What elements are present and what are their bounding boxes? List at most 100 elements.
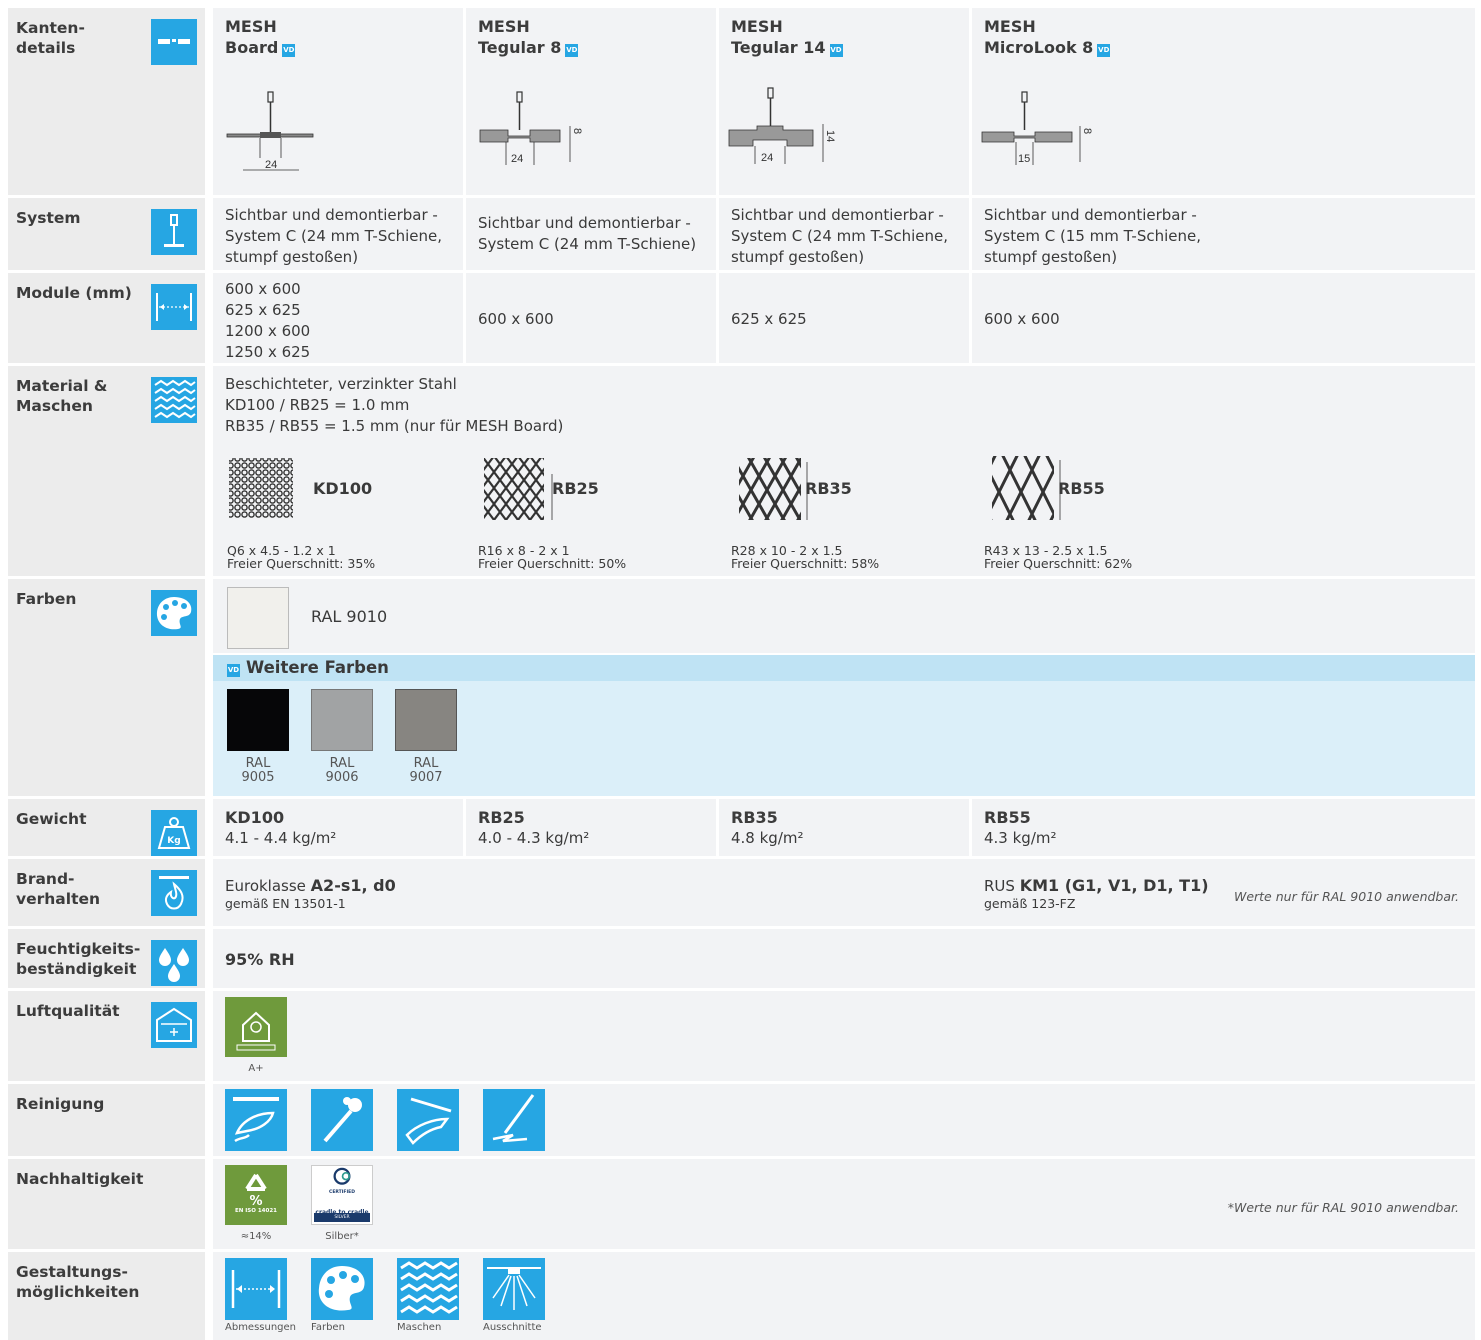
design-item: Ausschnitte bbox=[483, 1258, 545, 1336]
nachhaltig-content: % EN ISO 14021 ≈14% CERTIFIED cradle to … bbox=[213, 1159, 1475, 1249]
row-label: Luftqualität bbox=[8, 991, 205, 1081]
product-title: MESH MicroLook 8 VD bbox=[984, 17, 1111, 57]
label-text: Brand- verhalten bbox=[16, 870, 101, 908]
row-system: System Sichtbar und demontierbar - Syste… bbox=[8, 195, 1475, 270]
air-quality-house-icon bbox=[151, 1002, 197, 1048]
swatch-ral-9007 bbox=[395, 689, 457, 751]
design-caption: Farben bbox=[311, 1322, 345, 1333]
humidity-icon bbox=[151, 940, 197, 986]
material-text: Beschichteter, verzinkter Stahl KD100 / … bbox=[225, 375, 564, 435]
humidity-value: 95% RH bbox=[225, 950, 295, 969]
mesh-free: Freier Querschnitt: 58% bbox=[731, 556, 880, 571]
cutout-light-icon bbox=[483, 1258, 545, 1320]
design-caption: Abmessungen bbox=[225, 1322, 297, 1333]
row-luft: Luftqualität A+ bbox=[8, 988, 1475, 1081]
fire-icon bbox=[151, 870, 197, 916]
system-cell: Sichtbar und demontierbar - System C (15… bbox=[984, 206, 1202, 266]
mesh-pattern-icon bbox=[151, 377, 197, 423]
mesh-rb55-image bbox=[992, 456, 1061, 520]
weitere-header: VD Weitere Farben bbox=[213, 655, 1475, 681]
edge-content: MESH Board VD 24 MESH Tegular 8 VD 24 8 MESH… bbox=[213, 8, 1475, 195]
c2c-certified: CERTIFIED bbox=[329, 1190, 355, 1195]
design-item: Abmessungen bbox=[225, 1258, 297, 1336]
vd-badge: VD bbox=[565, 44, 579, 57]
row-gewicht: Gewicht Kg KD100 4.1 - 4.4 kg/m² RB25 4.0 … bbox=[8, 796, 1475, 856]
product-microlook-8: MESH MicroLook 8 VD 15 8 bbox=[972, 8, 1475, 195]
label-text: Material & Maschen bbox=[16, 377, 108, 415]
mesh-free: Freier Querschnitt: 50% bbox=[478, 556, 627, 571]
row-reinigung: Reinigung bbox=[8, 1081, 1475, 1156]
weitere-title: Weitere Farben bbox=[246, 658, 389, 677]
svg-text:24: 24 bbox=[511, 153, 523, 165]
row-label: System bbox=[8, 198, 205, 270]
mesh-rb25-image bbox=[484, 458, 553, 520]
luft-cell: A+ bbox=[213, 991, 1475, 1081]
label-text: Luftqualität bbox=[16, 1002, 120, 1020]
hand-dusting-icon bbox=[397, 1089, 459, 1151]
rus-class: RUS KM1 (G1, V1, D1, T1) gemäß 123-FZ bbox=[984, 876, 1209, 911]
mesh-pattern-icon bbox=[397, 1258, 459, 1320]
edge-microlook-drawing: 15 8 bbox=[981, 91, 1093, 165]
sustainability-note: *Werte nur für RAL 9010 anwendbar. bbox=[1227, 1200, 1459, 1215]
label-text: Nachhaltigkeit bbox=[16, 1170, 144, 1188]
gestaltung-content: Abmessungen Farben Maschen Ausschnitte bbox=[213, 1252, 1475, 1340]
design-item: Maschen bbox=[397, 1258, 459, 1336]
swatch-ral-9010 bbox=[227, 587, 289, 649]
row-label: Gestaltungs- möglichkeiten bbox=[8, 1252, 205, 1340]
material-content: Beschichteter, verzinkter Stahl KD100 / … bbox=[213, 366, 1475, 576]
color-name: RAL 9010 bbox=[311, 607, 388, 626]
swatch-ral-9006 bbox=[311, 689, 373, 751]
row-label: Material & Maschen bbox=[8, 366, 205, 576]
luft-content: A+ bbox=[213, 991, 1475, 1081]
design-item: Farben bbox=[311, 1258, 373, 1336]
swatch-label: RAL 9005 bbox=[241, 756, 275, 785]
mesh-free: Freier Querschnitt: 35% bbox=[227, 556, 376, 571]
swatch-item: RAL 9006 bbox=[311, 689, 373, 785]
design-caption: Maschen bbox=[397, 1322, 442, 1333]
row-label: Reinigung bbox=[8, 1084, 205, 1156]
svg-text:15: 15 bbox=[1018, 153, 1030, 165]
recycling-standard: EN ISO 14021 bbox=[234, 1208, 277, 1214]
module-cell: 625 x 625 bbox=[719, 273, 972, 363]
vd-badge: VD bbox=[1097, 44, 1111, 57]
weight-cell: RB25 4.0 - 4.3 kg/m² bbox=[466, 799, 719, 856]
weight-icon: Kg bbox=[151, 810, 197, 856]
weight-cell: KD100 4.1 - 4.4 kg/m² bbox=[213, 799, 466, 856]
mesh-item: RB55 R43 x 13 - 2.5 x 1.5 Freier Quersch… bbox=[972, 448, 1225, 576]
label-text: Reinigung bbox=[16, 1095, 105, 1113]
mesh-free: Freier Querschnitt: 62% bbox=[984, 556, 1133, 571]
row-label: Module (mm) bbox=[8, 273, 205, 363]
design-caption: Ausschnitte bbox=[483, 1322, 542, 1333]
recycling-icon: % EN ISO 14021 bbox=[225, 1165, 287, 1225]
svg-text:8: 8 bbox=[1081, 128, 1093, 134]
air-quality-caption: A+ bbox=[248, 1063, 264, 1074]
label-text: Gestaltungs- möglichkeiten bbox=[16, 1263, 140, 1301]
recycling-caption: ≈14% bbox=[240, 1231, 272, 1242]
vd-badge: VD bbox=[829, 44, 843, 57]
label-text: Farben bbox=[16, 590, 77, 608]
label-text: Feuchtigkeits- beständigkeit bbox=[16, 940, 141, 978]
edge-tegular8-drawing: 24 8 bbox=[479, 91, 583, 165]
product-title: MESH Board VD bbox=[225, 17, 296, 57]
system-cell: Sichtbar und demontierbar - System C (24… bbox=[213, 198, 466, 270]
vd-badge: VD bbox=[282, 44, 296, 57]
sustainability-icons: % EN ISO 14021 ≈14% CERTIFIED cradle to … bbox=[213, 1159, 1475, 1249]
mesh-item: RB35 R28 x 10 - 2 x 1.5 Freier Querschni… bbox=[719, 448, 972, 576]
reinigung-content bbox=[213, 1084, 1475, 1156]
svg-text:24: 24 bbox=[265, 159, 277, 171]
mesh-item: KD100 Q6 x 4.5 - 1.2 x 1 Freier Querschn… bbox=[213, 448, 466, 576]
swatch-item: RAL 9005 bbox=[227, 689, 289, 785]
feuchte-content: 95% RH bbox=[213, 929, 1475, 988]
swatch-item: RAL 9007 bbox=[395, 689, 457, 785]
weight-cell: RB35 4.8 kg/m² bbox=[719, 799, 972, 856]
mesh-item: RB25 R16 x 8 - 2 x 1 Freier Querschnitt:… bbox=[466, 448, 719, 576]
edge-board-drawing: 24 bbox=[226, 91, 314, 171]
system-cell: Sichtbar und demontierbar - System C (24… bbox=[466, 198, 719, 270]
brand-cell: Euroklasse A2-s1, d0 gemäß EN 13501-1 RU… bbox=[213, 859, 1475, 926]
system-content: Sichtbar und demontierbar - System C (24… bbox=[213, 198, 1475, 270]
a-plus-label-icon bbox=[225, 997, 287, 1057]
swatch-ral-9005 bbox=[227, 689, 289, 751]
recycling-item: % EN ISO 14021 ≈14% bbox=[225, 1165, 287, 1245]
wipe-cleaning-icon bbox=[225, 1089, 287, 1151]
material-cell: Beschichteter, verzinkter Stahl KD100 / … bbox=[213, 366, 1475, 576]
